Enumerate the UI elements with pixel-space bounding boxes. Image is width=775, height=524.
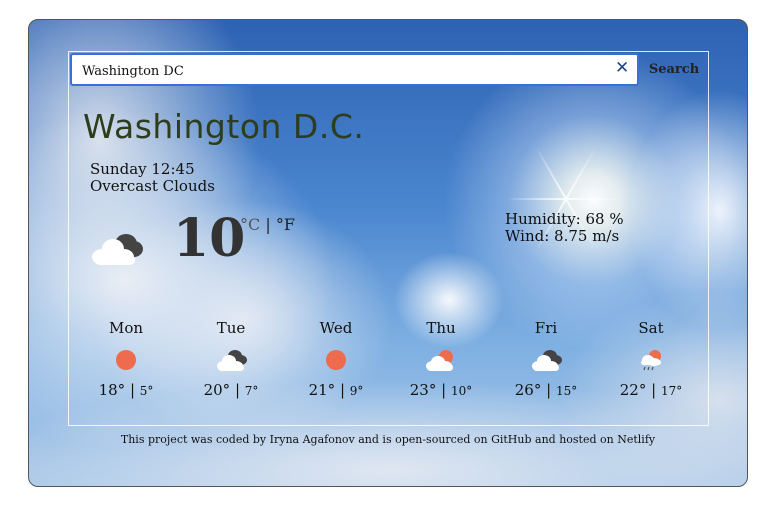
- temp-separator: |: [646, 381, 661, 399]
- forecast-day-name: Sat: [638, 319, 664, 337]
- search-input[interactable]: [82, 61, 602, 81]
- forecast-day-name: Tue: [216, 319, 246, 337]
- clear-icon[interactable]: ✕: [615, 58, 629, 78]
- weather-description: Overcast Clouds: [90, 177, 215, 195]
- current-temperature: 10: [173, 208, 246, 269]
- temp-separator: |: [436, 381, 451, 399]
- forecast-temps: 26° | 15°: [496, 381, 596, 399]
- search-box[interactable]: ✕: [70, 53, 639, 86]
- footer-credit: This project was coded by Iryna Agafonov…: [120, 433, 656, 446]
- forecast-low: 5°: [139, 384, 154, 398]
- unit-toggle: °C | °F: [240, 215, 295, 234]
- sun-icon: [326, 350, 346, 370]
- temp-separator: |: [125, 381, 140, 399]
- search-button[interactable]: Search: [643, 53, 705, 86]
- temp-separator: |: [230, 381, 245, 399]
- weather-card: ✕ Search Washington D.C. Sunday 12:45 Ov…: [28, 19, 748, 487]
- forecast-high: 18°: [98, 381, 126, 399]
- forecast-day-name: Thu: [426, 319, 456, 337]
- celsius-link[interactable]: °C: [240, 215, 260, 234]
- forecast-day-name: Mon: [108, 319, 144, 337]
- humidity: Humidity: 68 %: [505, 210, 624, 228]
- forecast-temps: 18° | 5°: [76, 381, 176, 399]
- forecast-day: Wed 21° | 9°: [286, 319, 386, 399]
- forecast-day: Mon 18° | 5°: [76, 319, 176, 399]
- sun-icon: [116, 350, 136, 370]
- forecast-high: 21°: [308, 381, 336, 399]
- forecast-day: Sat 22° | 17°: [601, 319, 701, 399]
- city-name: Washington D.C.: [83, 107, 365, 146]
- forecast-high: 20°: [203, 381, 231, 399]
- rain-cloud-sun-icon: [641, 350, 661, 371]
- forecast-temps: 22° | 17°: [601, 381, 701, 399]
- forecast-low: 17°: [660, 384, 683, 398]
- unit-separator: |: [260, 215, 276, 234]
- forecast-low: 9°: [349, 384, 364, 398]
- forecast-high: 23°: [409, 381, 437, 399]
- forecast-day: Thu 23° | 10°: [391, 319, 491, 399]
- forecast-temps: 20° | 7°: [181, 381, 281, 399]
- day-time: Sunday 12:45: [90, 160, 195, 178]
- partly-cloudy-icon: [426, 350, 453, 371]
- forecast-low: 10°: [450, 384, 473, 398]
- fahrenheit-link[interactable]: °F: [276, 215, 295, 234]
- temp-separator: |: [335, 381, 350, 399]
- broken-clouds-icon: [532, 350, 562, 371]
- forecast-day-name: Wed: [319, 319, 353, 337]
- forecast-low: 15°: [555, 384, 578, 398]
- overcast-clouds-icon: [92, 234, 143, 265]
- temp-separator: |: [541, 381, 556, 399]
- forecast-day: Fri 26° | 15°: [496, 319, 596, 399]
- broken-clouds-icon: [217, 350, 247, 371]
- forecast-temps: 21° | 9°: [286, 381, 386, 399]
- forecast-day: Tue 20° | 7°: [181, 319, 281, 399]
- forecast-temps: 23° | 10°: [391, 381, 491, 399]
- forecast-low: 7°: [244, 384, 259, 398]
- wind-speed: Wind: 8.75 m/s: [505, 227, 620, 245]
- forecast-high: 22°: [619, 381, 647, 399]
- forecast-high: 26°: [514, 381, 542, 399]
- forecast-day-name: Fri: [534, 319, 558, 337]
